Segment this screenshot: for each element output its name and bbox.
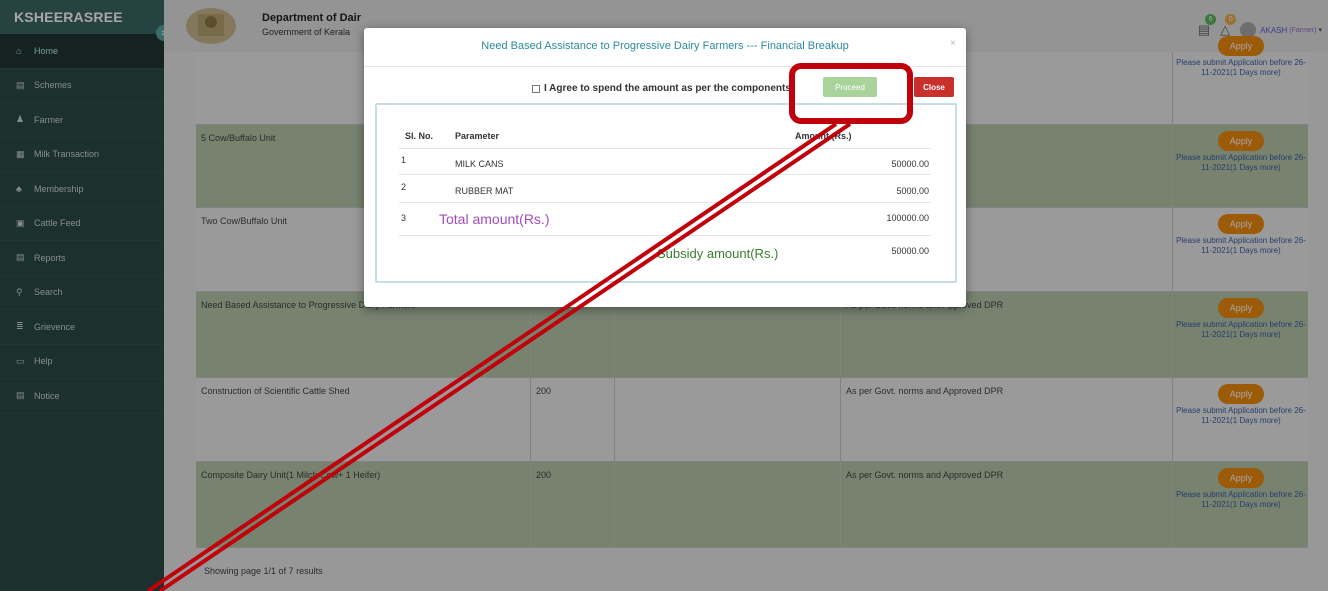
close-button[interactable]: Close xyxy=(914,77,954,97)
total-row: 3 Total amount(Rs.) 100000.00 xyxy=(399,202,931,235)
total-sl: 3 xyxy=(401,213,407,223)
table-row: 2 RUBBER MAT 5000.00 xyxy=(399,174,931,202)
col-header-parameter: Parameter xyxy=(455,131,500,141)
subsidy-label: Subsidy amount(Rs.) xyxy=(657,246,779,261)
breakup-table: Sl. No. Parameter Amount (Rs.) 1 MILK CA… xyxy=(375,103,957,283)
modal-divider xyxy=(364,66,966,67)
col-header-amount: Amount (Rs.) xyxy=(795,131,852,141)
agree-checkbox[interactable] xyxy=(532,84,540,93)
close-icon[interactable]: × xyxy=(950,38,956,49)
subsidy-row: Subsidy amount(Rs.) 50000.00 xyxy=(399,235,931,265)
row-sl: 2 xyxy=(401,182,407,192)
total-label: Total amount(Rs.) xyxy=(439,211,550,227)
row-amount: 50000.00 xyxy=(891,159,929,169)
table-row: 1 MILK CANS 50000.00 xyxy=(399,148,931,174)
col-header-sl: Sl. No. xyxy=(405,131,434,141)
subsidy-amount: 50000.00 xyxy=(891,246,929,256)
row-parameter: RUBBER MAT xyxy=(455,186,514,196)
total-amount: 100000.00 xyxy=(886,213,929,223)
row-parameter: MILK CANS xyxy=(455,159,504,169)
agree-text: I Agree to spend the amount as per the c… xyxy=(544,83,791,94)
agree-checkbox-label[interactable]: I Agree to spend the amount as per the c… xyxy=(532,83,791,94)
proceed-button[interactable]: Proceed xyxy=(823,77,877,97)
modal-title: Need Based Assistance to Progressive Dai… xyxy=(481,40,849,52)
row-sl: 1 xyxy=(401,155,407,165)
row-amount: 5000.00 xyxy=(896,186,929,196)
financial-breakup-modal: Need Based Assistance to Progressive Dai… xyxy=(364,28,966,307)
